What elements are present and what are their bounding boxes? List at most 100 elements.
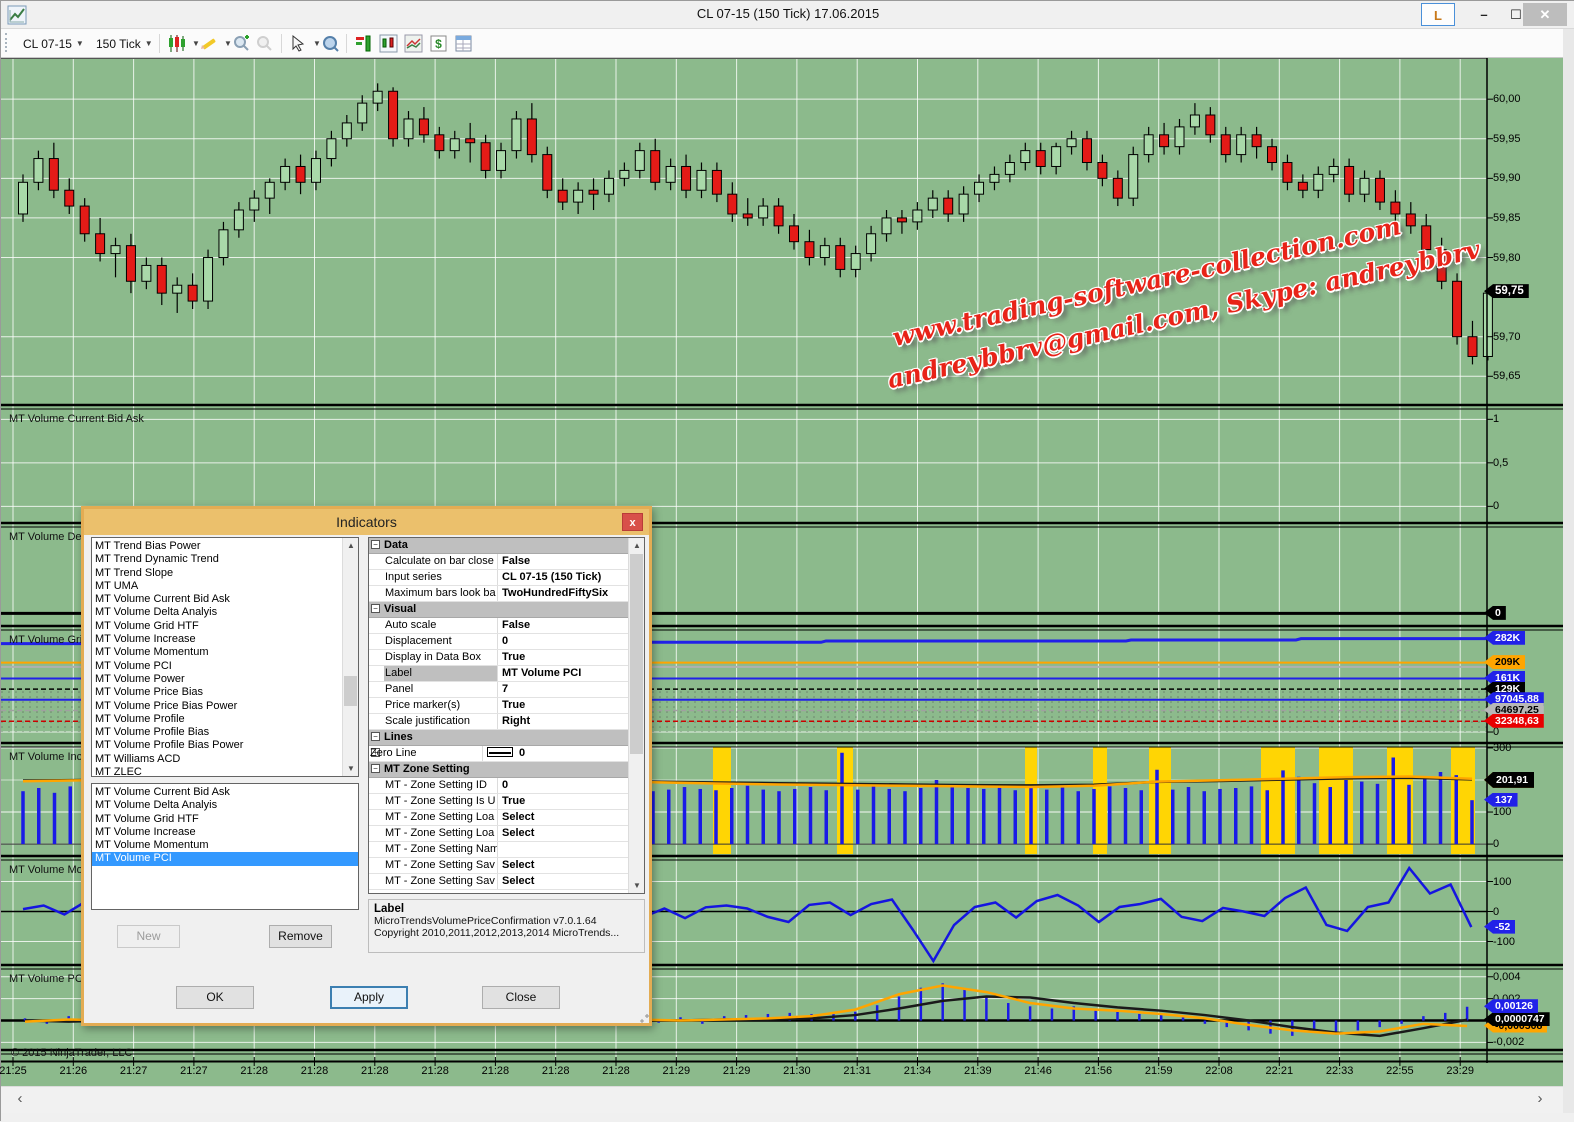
toolbar-separator xyxy=(281,34,282,53)
list-item[interactable]: MT Volume Increase xyxy=(92,826,358,839)
property-row[interactable]: MT - Zone Setting LoaSelect xyxy=(369,826,628,842)
zoom-in-icon[interactable] xyxy=(232,34,251,53)
property-row[interactable]: MT - Zone Setting Nam xyxy=(369,842,628,858)
list-item[interactable]: MT Trend Slope xyxy=(92,567,342,580)
collapse-icon[interactable]: − xyxy=(371,604,380,613)
collapse-icon[interactable]: − xyxy=(371,764,380,773)
property-row[interactable]: Scale justificationRight xyxy=(369,714,628,730)
cursor-icon[interactable] xyxy=(289,34,308,53)
scroll-up-icon[interactable]: ▲ xyxy=(629,538,645,553)
indicators-dialog: Indicators x MT Trend Bias PowerMT Trend… xyxy=(81,506,652,1026)
resize-grip[interactable] xyxy=(635,1009,649,1023)
list-item[interactable]: MT Volume Power xyxy=(92,673,342,686)
zoom-out-icon[interactable] xyxy=(255,34,274,53)
list-item[interactable]: MT Volume Grid HTF xyxy=(92,620,342,633)
property-row[interactable]: Panel7 xyxy=(369,682,628,698)
horizontal-scrollbar[interactable]: ‹ › xyxy=(1,1086,1563,1113)
list-scrollbar[interactable]: ▲ ▼ xyxy=(342,538,358,776)
data-box-icon[interactable] xyxy=(321,34,340,53)
property-row[interactable]: Auto scaleFalse xyxy=(369,618,628,634)
strategy-analyzer-icon[interactable] xyxy=(404,34,423,53)
close-button[interactable]: ✕ xyxy=(1523,3,1567,26)
list-item[interactable]: MT Volume Profile Bias xyxy=(92,726,342,739)
dialog-title-bar[interactable]: Indicators x xyxy=(84,509,649,535)
scroll-left-icon[interactable]: ‹ xyxy=(9,1090,31,1107)
toolbar-separator xyxy=(159,34,160,53)
property-row[interactable]: MT - Zone Setting Is UTrue xyxy=(369,794,628,810)
list-item[interactable]: MT Volume Price Bias Power xyxy=(92,700,342,713)
chevron-down-icon[interactable]: ▼ xyxy=(224,39,232,48)
list-item[interactable]: MT Volume Momentum xyxy=(92,839,358,852)
list-item[interactable]: MT Volume Delta Analyis xyxy=(92,606,342,619)
scroll-right-icon[interactable]: › xyxy=(1529,1090,1551,1107)
property-grid[interactable]: −DataCalculate on bar closeFalseInput se… xyxy=(368,537,645,894)
scroll-thumb[interactable] xyxy=(344,676,357,706)
property-section[interactable]: −Lines xyxy=(369,730,628,746)
property-row[interactable]: +Zero Line0 xyxy=(369,746,628,762)
property-section[interactable]: −MT Zone Setting xyxy=(369,762,628,778)
list-item[interactable]: MT Volume Momentum xyxy=(92,646,342,659)
instrument-dropdown[interactable]: CL 07-15▼ xyxy=(23,33,84,54)
list-item[interactable]: MT Trend Bias Power xyxy=(92,540,342,553)
available-indicators-list[interactable]: MT Trend Bias PowerMT Trend Dynamic Tren… xyxy=(91,537,359,777)
chevron-down-icon[interactable]: ▼ xyxy=(313,39,321,48)
list-item[interactable]: MT Volume Profile xyxy=(92,713,342,726)
property-row[interactable]: Displacement0 xyxy=(369,634,628,650)
collapse-icon[interactable]: − xyxy=(371,540,380,549)
link-button[interactable]: L xyxy=(1421,3,1455,26)
list-item[interactable]: MT Volume Profile Bias Power xyxy=(92,739,342,752)
list-item[interactable]: MT Volume Price Bias xyxy=(92,686,342,699)
svg-text:$: $ xyxy=(435,37,442,51)
interval-dropdown[interactable]: 150 Tick▼ xyxy=(96,33,153,54)
interval-label: 150 Tick xyxy=(96,37,141,51)
property-row[interactable]: MT - Zone Setting SavSelect xyxy=(369,874,628,890)
indicator-panel-icon[interactable] xyxy=(354,34,373,53)
property-row[interactable]: MT - Zone Setting ID0 xyxy=(369,778,628,794)
property-row[interactable]: Calculate on bar closeFalse xyxy=(369,554,628,570)
window-title: CL 07-15 (150 Tick) 17.06.2015 xyxy=(1,6,1574,21)
property-row[interactable]: Price marker(s)True xyxy=(369,698,628,714)
new-button[interactable]: New xyxy=(117,925,180,948)
minimize-button[interactable]: – xyxy=(1469,3,1499,26)
close-dialog-button[interactable]: Close xyxy=(482,986,560,1009)
list-item[interactable]: MT Williams ACD xyxy=(92,753,342,766)
property-row[interactable]: Maximum bars look baTwoHundredFiftySix xyxy=(369,586,628,602)
collapse-icon[interactable]: − xyxy=(371,732,380,741)
properties-icon[interactable] xyxy=(454,34,473,53)
property-section[interactable]: −Visual xyxy=(369,602,628,618)
property-row[interactable]: MT - Zone Setting SavSelect xyxy=(369,858,628,874)
list-item[interactable]: MT Volume Current Bid Ask xyxy=(92,593,342,606)
property-row[interactable]: Display in Data BoxTrue xyxy=(369,650,628,666)
title-bar[interactable]: CL 07-15 (150 Tick) 17.06.2015 L – ☐ ✕ xyxy=(1,1,1574,29)
list-item[interactable]: MT Trend Dynamic Trend xyxy=(92,553,342,566)
list-item[interactable]: MT Volume PCI xyxy=(92,852,358,865)
property-row[interactable]: MT - Zone Setting LoaSelect xyxy=(369,810,628,826)
ok-button[interactable]: OK xyxy=(176,986,254,1009)
toolbar-separator xyxy=(346,34,347,53)
list-item[interactable]: MT ZLEC xyxy=(92,766,342,777)
draw-tool-icon[interactable] xyxy=(199,34,218,53)
scroll-up-icon[interactable]: ▲ xyxy=(343,538,359,553)
apply-button[interactable]: Apply xyxy=(330,986,408,1009)
chart-style-icon[interactable] xyxy=(167,34,186,53)
property-row[interactable]: LabelMT Volume PCI xyxy=(369,666,628,682)
list-item[interactable]: MT Volume PCI xyxy=(92,660,342,673)
remove-button[interactable]: Remove xyxy=(269,925,332,948)
scroll-down-icon[interactable]: ▼ xyxy=(629,878,645,893)
chart-trader-icon[interactable] xyxy=(379,34,398,53)
property-section[interactable]: −Data xyxy=(369,538,628,554)
list-item[interactable]: MT Volume Delta Analyis xyxy=(92,799,358,812)
toolbar-grip[interactable] xyxy=(5,33,10,52)
account-icon[interactable]: $ xyxy=(429,34,448,53)
list-item[interactable]: MT Volume Increase xyxy=(92,633,342,646)
property-row[interactable]: Input seriesCL 07-15 (150 Tick) xyxy=(369,570,628,586)
scroll-thumb[interactable] xyxy=(630,554,643,754)
indicator-description: Label MicroTrendsVolumePriceConfirmation… xyxy=(368,899,645,953)
list-item[interactable]: MT Volume Current Bid Ask xyxy=(92,786,358,799)
selected-indicators-list[interactable]: MT Volume Current Bid AskMT Volume Delta… xyxy=(91,783,359,910)
dialog-close-button[interactable]: x xyxy=(622,513,643,531)
list-item[interactable]: MT Volume Grid HTF xyxy=(92,813,358,826)
propgrid-scrollbar[interactable]: ▲ ▼ xyxy=(628,538,644,893)
list-item[interactable]: MT UMA xyxy=(92,580,342,593)
scroll-down-icon[interactable]: ▼ xyxy=(343,761,359,776)
